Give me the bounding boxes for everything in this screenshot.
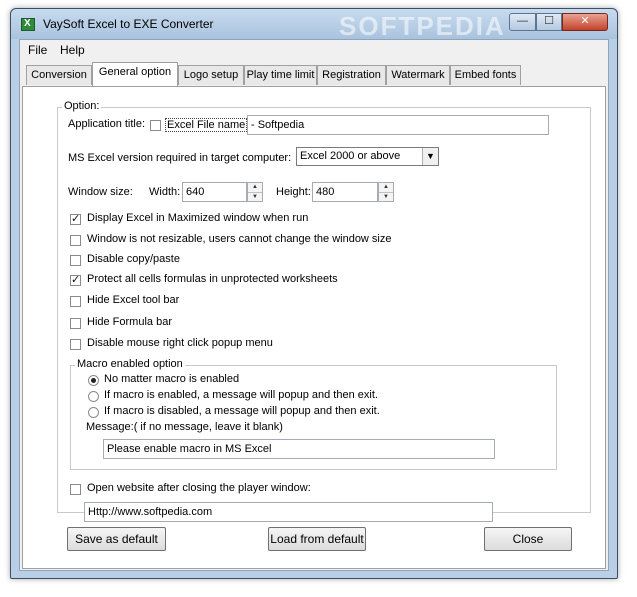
macro-group-label: Macro enabled option [75,358,185,370]
save-as-default-button[interactable]: Save as default [67,527,166,551]
maximize-button[interactable]: ☐ [536,13,562,31]
width-stepper[interactable]: ▲ ▼ [247,182,263,202]
tab-general-option[interactable]: General option [92,62,178,86]
tab-embed-fonts[interactable]: Embed fonts [450,65,521,85]
spin-up-icon[interactable]: ▲ [379,183,393,193]
excel-file-name-checkbox[interactable] [150,120,161,131]
option-group: Option: Application title: Excel File na… [57,100,591,522]
protect-formulas-label: Protect all cells formulas in unprotecte… [87,273,338,285]
general-option-panel: Option: Application title: Excel File na… [22,86,606,569]
spin-up-icon[interactable]: ▲ [248,183,262,193]
spin-down-icon[interactable]: ▼ [248,193,262,202]
width-input[interactable]: 640 [182,182,247,202]
tab-conversion[interactable]: Conversion [26,65,92,85]
menu-bar: File Help [20,40,608,60]
not-resizable-label: Window is not resizable, users cannot ch… [87,233,392,245]
maximized-label: Display Excel in Maximized window when r… [87,212,309,224]
close-window-button[interactable]: ✕ [562,13,608,31]
macro-group: Macro enabled option No matter macro is … [70,358,557,470]
macro-option-no-matter-radio[interactable] [88,375,99,386]
minimize-button[interactable]: — [509,13,536,31]
excel-app-icon [21,18,35,31]
spin-down-icon[interactable]: ▼ [379,193,393,202]
macro-option-enabled-radio[interactable] [88,391,99,402]
not-resizable-checkbox[interactable] [70,235,81,246]
tab-logo-setup[interactable]: Logo setup [178,65,244,85]
protect-formulas-checkbox[interactable] [70,273,81,286]
app-title-input[interactable]: - Softpedia [247,115,549,135]
window-size-label: Window size: [68,186,133,198]
app-title-label: Application title: [68,118,146,130]
disable-right-click-checkbox[interactable] [70,339,81,350]
excel-version-label: MS Excel version required in target comp… [68,152,292,164]
window-title: VaySoft Excel to EXE Converter [43,17,214,31]
macro-message-label: Message:( if no message, leave it blank) [86,421,283,433]
hide-formula-bar-checkbox[interactable] [70,318,81,329]
macro-message-input[interactable]: Please enable macro in MS Excel [103,439,495,459]
excel-file-name-label[interactable]: Excel File name [165,118,248,132]
website-url-input[interactable]: Http://www.softpedia.com [84,502,493,522]
hide-toolbar-checkbox[interactable] [70,296,81,307]
height-label: Height: [276,186,311,198]
menu-help[interactable]: Help [60,43,85,57]
open-website-label: Open website after closing the player wi… [87,482,311,494]
excel-version-select[interactable]: Excel 2000 or above ▼ [296,147,439,166]
tab-watermark[interactable]: Watermark [386,65,450,85]
maximized-checkbox[interactable] [70,212,81,225]
height-stepper[interactable]: ▲ ▼ [378,182,394,202]
tab-strip: Conversion General option Logo setup Pla… [20,62,608,86]
disable-right-click-label: Disable mouse right click popup menu [87,337,273,349]
hide-toolbar-label: Hide Excel tool bar [87,294,180,306]
menu-file[interactable]: File [28,43,47,57]
title-bar[interactable]: VaySoft Excel to EXE Converter SOFTPEDIA… [11,9,617,41]
height-input[interactable]: 480 [312,182,378,202]
hide-formula-bar-label: Hide Formula bar [87,316,172,328]
chevron-down-icon[interactable]: ▼ [422,148,438,165]
app-window: VaySoft Excel to EXE Converter SOFTPEDIA… [10,8,618,579]
width-label: Width: [149,186,181,198]
macro-option-disabled-radio[interactable] [88,407,99,418]
tab-play-time-limit[interactable]: Play time limit [244,65,317,85]
load-from-default-button[interactable]: Load from default [268,527,366,551]
macro-option-disabled-label: If macro is disabled, a message will pop… [104,405,380,417]
option-group-label: Option: [62,100,102,112]
close-button[interactable]: Close [484,527,572,551]
excel-version-value: Excel 2000 or above [300,150,401,162]
disable-copy-paste-checkbox[interactable] [70,255,81,266]
client-area: File Help Conversion General option Logo… [19,39,609,571]
softpedia-watermark: SOFTPEDIA [339,11,506,41]
open-website-checkbox[interactable] [70,484,81,495]
macro-option-enabled-label: If macro is enabled, a message will popu… [104,389,378,401]
macro-option-no-matter-label: No matter macro is enabled [104,373,240,385]
disable-copy-paste-label: Disable copy/paste [87,253,180,265]
tab-registration[interactable]: Registration [317,65,386,85]
